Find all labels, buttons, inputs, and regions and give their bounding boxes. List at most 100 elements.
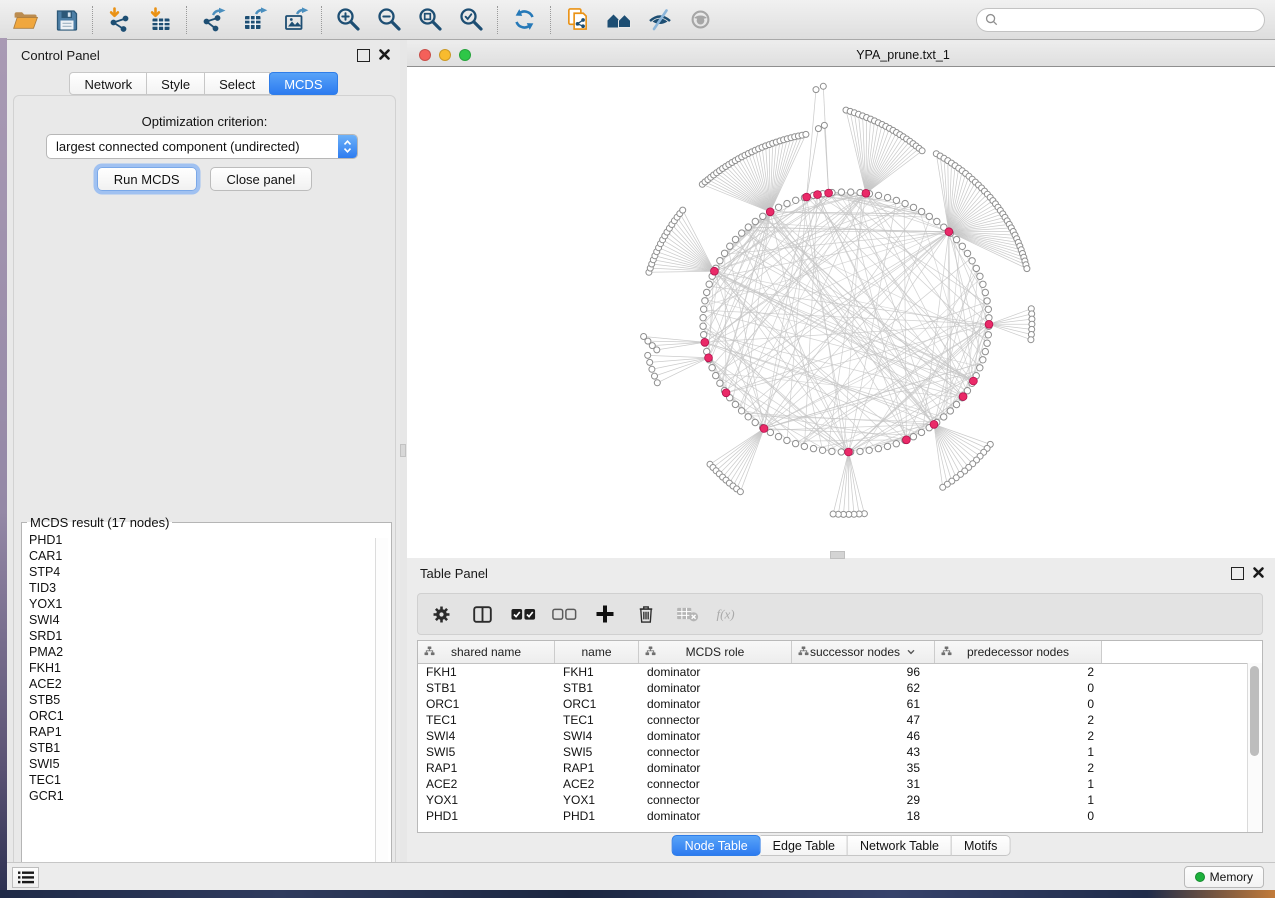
zoom-selected-button[interactable] — [451, 3, 492, 37]
tab-network-table[interactable]: Network Table — [848, 835, 952, 856]
table-row[interactable]: FKH1FKH1dominator962 — [418, 664, 1262, 680]
run-mcds-button[interactable]: Run MCDS — [97, 167, 197, 191]
import-network-button[interactable] — [99, 3, 140, 37]
new-network-from-selection-button[interactable] — [557, 3, 598, 37]
tab-style[interactable]: Style — [147, 72, 205, 95]
float-panel-icon[interactable] — [357, 49, 370, 62]
scrollbar-thumb[interactable] — [1250, 666, 1259, 756]
table-settings-button[interactable] — [428, 600, 454, 628]
open-session-button[interactable] — [5, 3, 46, 37]
cell-shared-name: ACE2 — [418, 776, 555, 792]
vertical-splitter[interactable] — [400, 40, 407, 862]
close-table-panel-icon[interactable] — [1252, 566, 1265, 579]
toolbar-separator — [186, 6, 188, 34]
select-all-rows-button[interactable] — [510, 600, 536, 628]
cell-shared-name: RAP1 — [418, 760, 555, 776]
search-field[interactable] — [976, 8, 1265, 32]
close-window-traffic-light[interactable] — [419, 49, 431, 61]
tab-network[interactable]: Network — [69, 72, 147, 95]
mcds-result-item[interactable]: PMA2 — [29, 644, 391, 660]
status-menu-button[interactable] — [12, 867, 39, 888]
memory-button[interactable]: Memory — [1184, 866, 1264, 888]
table-row[interactable]: SWI4SWI4dominator462 — [418, 728, 1262, 744]
table-row[interactable]: RAP1RAP1dominator352 — [418, 760, 1262, 776]
deselect-all-rows-button[interactable] — [551, 600, 577, 628]
export-image-icon — [283, 7, 309, 33]
mcds-result-item[interactable]: CAR1 — [29, 548, 391, 564]
memory-status-icon — [1195, 872, 1205, 882]
tab-motifs[interactable]: Motifs — [952, 835, 1010, 856]
tab-edge-table[interactable]: Edge Table — [761, 835, 848, 856]
columns-icon — [473, 606, 492, 623]
optimization-criterion-select[interactable]: largest connected component (undirected) — [46, 134, 358, 159]
export-network-button[interactable] — [193, 3, 234, 37]
table-row[interactable]: YOX1YOX1connector291 — [418, 792, 1262, 808]
cell-shared-name: SWI5 — [418, 744, 555, 760]
hide-selected-button[interactable] — [639, 3, 680, 37]
close-panel-button[interactable]: Close panel — [210, 167, 313, 191]
tab-select[interactable]: Select — [205, 72, 270, 95]
refresh-network-button[interactable] — [504, 3, 545, 37]
zoom-fit-icon — [418, 7, 444, 33]
float-table-panel-icon[interactable] — [1231, 567, 1244, 580]
table-row[interactable]: ORC1ORC1dominator610 — [418, 696, 1262, 712]
mcds-list-scrollbar[interactable] — [375, 538, 388, 883]
column-header-name[interactable]: name — [555, 641, 639, 663]
show-all-button[interactable] — [680, 3, 721, 37]
delete-columns-button[interactable] — [633, 600, 659, 628]
save-session-button[interactable] — [46, 3, 87, 37]
mcds-result-item[interactable]: RAP1 — [29, 724, 391, 740]
cell-successor-nodes: 62 — [792, 680, 935, 696]
first-neighbors-icon — [606, 7, 632, 33]
mcds-result-item[interactable]: GCR1 — [29, 788, 391, 804]
mcds-result-item[interactable]: STB1 — [29, 740, 391, 756]
table-scrollbar[interactable] — [1247, 663, 1262, 832]
close-panel-icon[interactable] — [378, 48, 391, 61]
main-toolbar — [0, 0, 1275, 40]
first-neighbors-button[interactable] — [598, 3, 639, 37]
export-table-button[interactable] — [234, 3, 275, 37]
column-header-MCDS-role[interactable]: MCDS role — [639, 641, 792, 663]
zoom-out-button[interactable] — [369, 3, 410, 37]
mcds-result-item[interactable]: YOX1 — [29, 596, 391, 612]
mcds-result-item[interactable]: TEC1 — [29, 772, 391, 788]
zoom-in-button[interactable] — [328, 3, 369, 37]
cell-shared-name: SWI4 — [418, 728, 555, 744]
cell-name: SWI4 — [555, 728, 639, 744]
column-header-predecessor-nodes[interactable]: predecessor nodes — [935, 641, 1102, 663]
column-header-successor-nodes[interactable]: successor nodes — [792, 641, 935, 663]
mcds-result-item[interactable]: STB5 — [29, 692, 391, 708]
table-row[interactable]: TEC1TEC1connector472 — [418, 712, 1262, 728]
refresh-icon — [512, 7, 537, 32]
mcds-result-item[interactable]: SWI5 — [29, 756, 391, 772]
tab-mcds[interactable]: MCDS — [269, 72, 337, 95]
network-canvas[interactable] — [407, 67, 1275, 558]
splitter-grip[interactable] — [400, 444, 406, 457]
tab-node-table[interactable]: Node Table — [672, 835, 761, 856]
table-row[interactable]: SWI5SWI5connector431 — [418, 744, 1262, 760]
table-row[interactable]: ACE2ACE2connector311 — [418, 776, 1262, 792]
table-row[interactable]: STB1STB1dominator620 — [418, 680, 1262, 696]
search-input[interactable] — [1003, 12, 1256, 28]
import-table-button[interactable] — [140, 3, 181, 37]
mcds-result-item[interactable]: ORC1 — [29, 708, 391, 724]
mcds-result-item[interactable]: TID3 — [29, 580, 391, 596]
mcds-result-item[interactable]: FKH1 — [29, 660, 391, 676]
show-columns-button[interactable] — [469, 600, 495, 628]
mcds-result-item[interactable]: SRD1 — [29, 628, 391, 644]
create-column-button[interactable] — [592, 600, 618, 628]
column-header-shared-name[interactable]: shared name — [418, 641, 555, 663]
network-frame-titlebar[interactable]: YPA_prune.txt_1 — [407, 44, 1275, 67]
fx-icon: f(x) — [715, 604, 741, 625]
cell-name: TEC1 — [555, 712, 639, 728]
mcds-result-item[interactable]: STP4 — [29, 564, 391, 580]
table-row[interactable]: PHD1PHD1dominator180 — [418, 808, 1262, 824]
zoom-fit-button[interactable] — [410, 3, 451, 37]
minimize-window-traffic-light[interactable] — [439, 49, 451, 61]
mcds-result-item[interactable]: SWI4 — [29, 612, 391, 628]
export-image-button[interactable] — [275, 3, 316, 37]
mcds-result-item[interactable]: PHD1 — [29, 532, 391, 548]
cell-shared-name: FKH1 — [418, 664, 555, 680]
horizontal-splitter-grip[interactable] — [830, 551, 845, 559]
mcds-result-item[interactable]: ACE2 — [29, 676, 391, 692]
